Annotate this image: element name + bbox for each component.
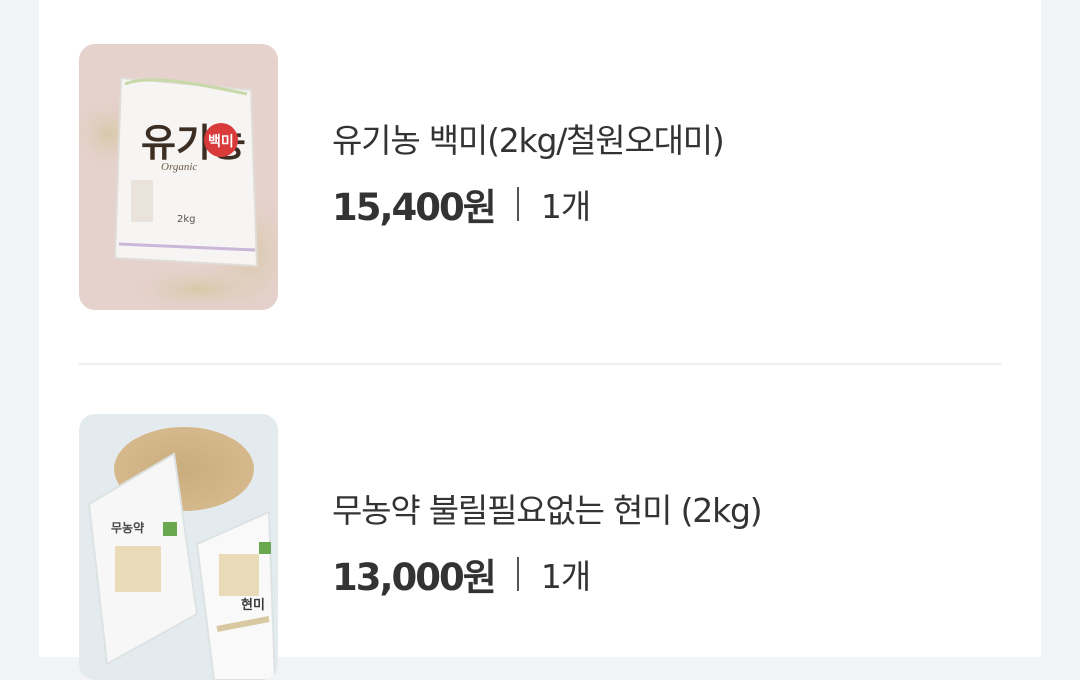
package-weight-text: 2kg: [177, 214, 196, 225]
brown-rice-bag-image: 무농약 현미: [79, 414, 278, 680]
product-price: 13,000원: [332, 556, 497, 599]
price-quantity-row: 15,400원 1개: [332, 182, 724, 229]
cart-item[interactable]: 유기농 Organic 백미 2kg 유기농 백미(2kg/철원오대미) 15,…: [79, 44, 1001, 310]
product-name[interactable]: 무농약 불릴필요없는 현미 (2kg): [332, 488, 763, 534]
product-name[interactable]: 유기농 백미(2kg/철원오대미): [332, 118, 725, 164]
item-info: 유기농 백미(2kg/철원오대미) 15,400원 1개: [332, 118, 725, 229]
product-image[interactable]: 유기농 Organic 백미 2kg: [79, 44, 278, 310]
white-rice-bag-image: 유기농 Organic 백미 2kg: [79, 44, 278, 310]
package-badge-text: 현미: [241, 597, 265, 613]
cart-item[interactable]: 무농약 현미 무농약 불릴필요없는 현미 (2kg) 13,000원 1개: [79, 414, 1001, 680]
package-badge-text: 백미: [208, 134, 234, 150]
price-quantity-row: 13,000원 1개: [332, 552, 761, 599]
package-brand-text: 무농약: [111, 520, 144, 535]
item-divider: [79, 363, 1001, 365]
separator: [516, 557, 519, 591]
item-info: 무농약 불릴필요없는 현미 (2kg) 13,000원 1개: [332, 488, 763, 599]
product-image[interactable]: 무농약 현미: [79, 414, 278, 680]
product-quantity: 1개: [540, 187, 591, 226]
cart-item-list: 유기농 Organic 백미 2kg 유기농 백미(2kg/철원오대미) 15,…: [39, 0, 1041, 680]
product-price: 15,400원: [332, 186, 497, 229]
product-quantity: 1개: [540, 557, 591, 596]
separator: [516, 187, 519, 221]
package-sub-text: Organic: [161, 161, 197, 173]
